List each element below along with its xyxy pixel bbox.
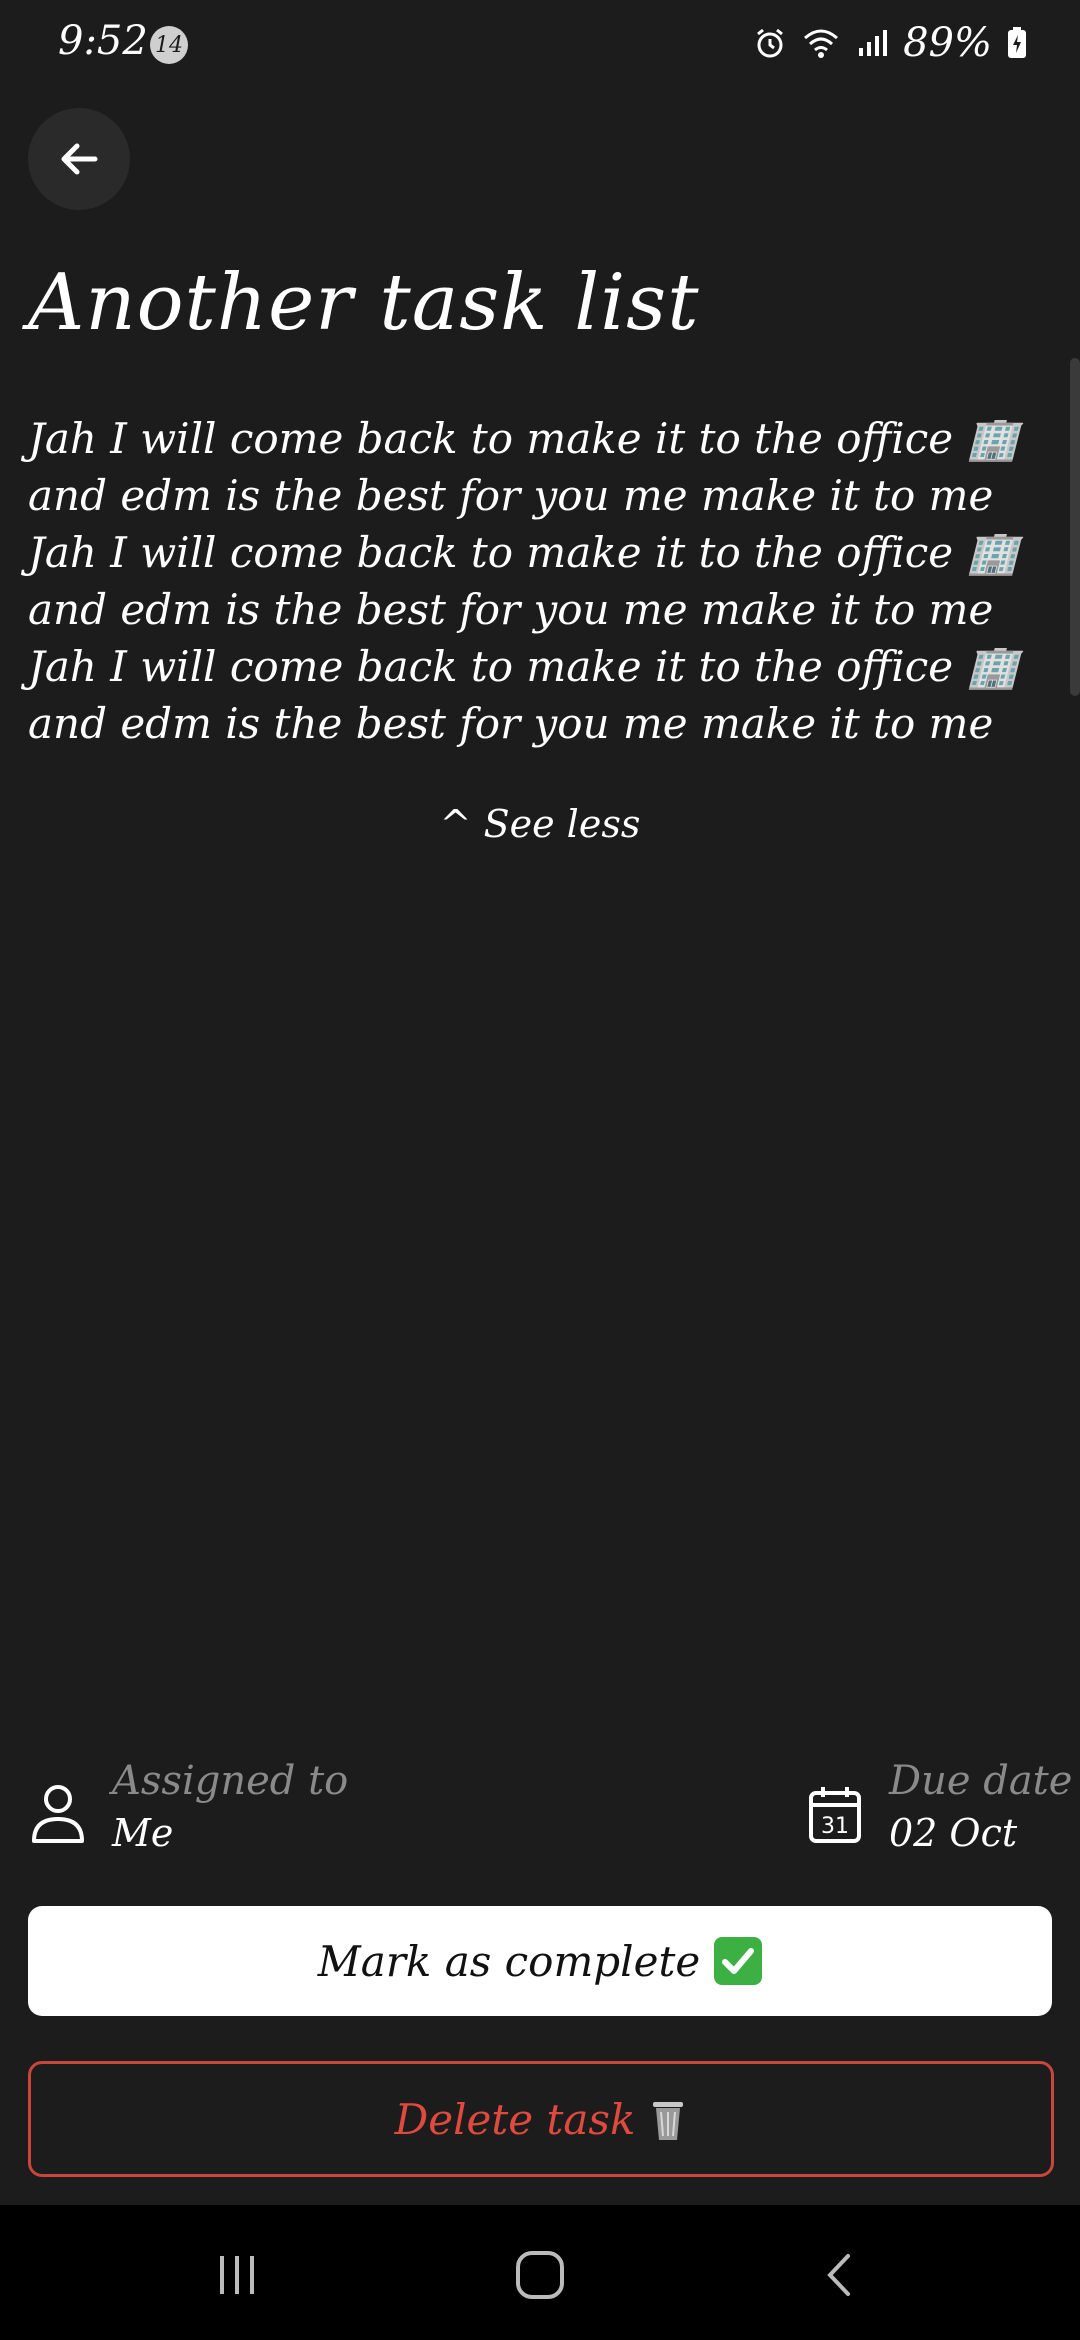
assigned-section[interactable]: Assigned to Me	[28, 1755, 348, 1859]
task-description: Jah I will come back to make it to the o…	[28, 410, 1038, 752]
status-time: 9:52	[58, 18, 148, 64]
status-bar: 9:52 14 89%	[0, 0, 1080, 90]
due-date-value: 02 Oct	[889, 1811, 1018, 1855]
mark-complete-button[interactable]: Mark as complete	[28, 1906, 1052, 2016]
description-line: and edm is the best for you me make it t…	[28, 699, 994, 748]
description-line: Jah I will come back to make it to the o…	[28, 642, 1019, 691]
home-icon	[516, 2251, 564, 2299]
notification-count-badge: 14	[150, 26, 188, 64]
delete-task-button[interactable]: Delete task	[28, 2061, 1054, 2177]
home-button[interactable]	[505, 2240, 575, 2310]
assigned-value: Me	[112, 1811, 174, 1855]
wifi-icon	[804, 29, 839, 58]
due-date-section[interactable]: 31 Due date 02 Oct	[805, 1755, 1072, 1859]
mark-complete-label: Mark as complete	[317, 1936, 701, 1986]
alarm-icon	[757, 28, 784, 58]
recent-apps-icon	[220, 2256, 254, 2294]
battery-percentage: 89%	[903, 20, 992, 66]
description-line: and edm is the best for you me make it t…	[28, 585, 994, 634]
check-mark-icon	[714, 1937, 763, 1985]
system-back-button[interactable]	[805, 2240, 875, 2310]
see-less-link[interactable]: ^ See less	[0, 802, 1080, 846]
due-date-label: Due date	[889, 1758, 1073, 1804]
signal-icon	[859, 30, 888, 56]
user-icon	[32, 1785, 84, 1843]
calendar-icon: 31	[809, 1787, 861, 1843]
assigned-text: Assigned to Me	[112, 1755, 348, 1859]
trash-icon	[653, 2102, 684, 2140]
description-line: Jah I will come back to make it to the o…	[28, 528, 1019, 577]
status-icons: 89%	[753, 20, 1028, 66]
system-nav-bar	[0, 2205, 1080, 2340]
assigned-label: Assigned to	[112, 1758, 349, 1804]
chevron-left-icon	[827, 2254, 850, 2296]
battery-icon	[1008, 27, 1026, 58]
description-line: Jah I will come back to make it to the o…	[28, 414, 1019, 463]
task-title: Another task list	[28, 258, 700, 348]
calendar-day: 31	[821, 1814, 849, 1839]
due-date-text: Due date 02 Oct	[889, 1755, 1072, 1859]
arrow-left-icon	[61, 143, 98, 175]
description-line: and edm is the best for you me make it t…	[28, 471, 994, 520]
delete-task-label: Delete task	[394, 2094, 636, 2144]
scrollbar[interactable]	[1070, 358, 1080, 696]
back-button[interactable]	[28, 108, 130, 210]
recent-apps-button[interactable]	[202, 2240, 272, 2310]
